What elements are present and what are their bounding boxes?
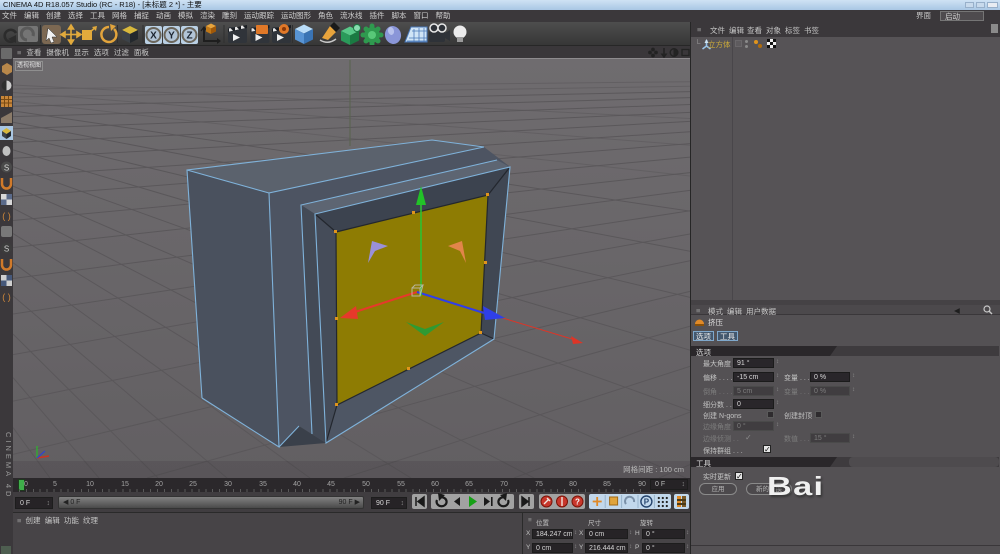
svg-text:Y: Y: [168, 31, 175, 42]
svg-text:X: X: [150, 31, 157, 42]
svg-text:?: ?: [575, 498, 580, 507]
svg-text:P: P: [644, 498, 650, 507]
svg-text:S: S: [4, 245, 9, 254]
svg-text:Z: Z: [186, 31, 192, 42]
svg-text:S: S: [4, 164, 9, 173]
svg-text:CINEMA 4D: CINEMA 4D: [4, 432, 13, 499]
svg-text:( ): ( ): [2, 292, 11, 302]
svg-text:( ): ( ): [2, 211, 11, 221]
